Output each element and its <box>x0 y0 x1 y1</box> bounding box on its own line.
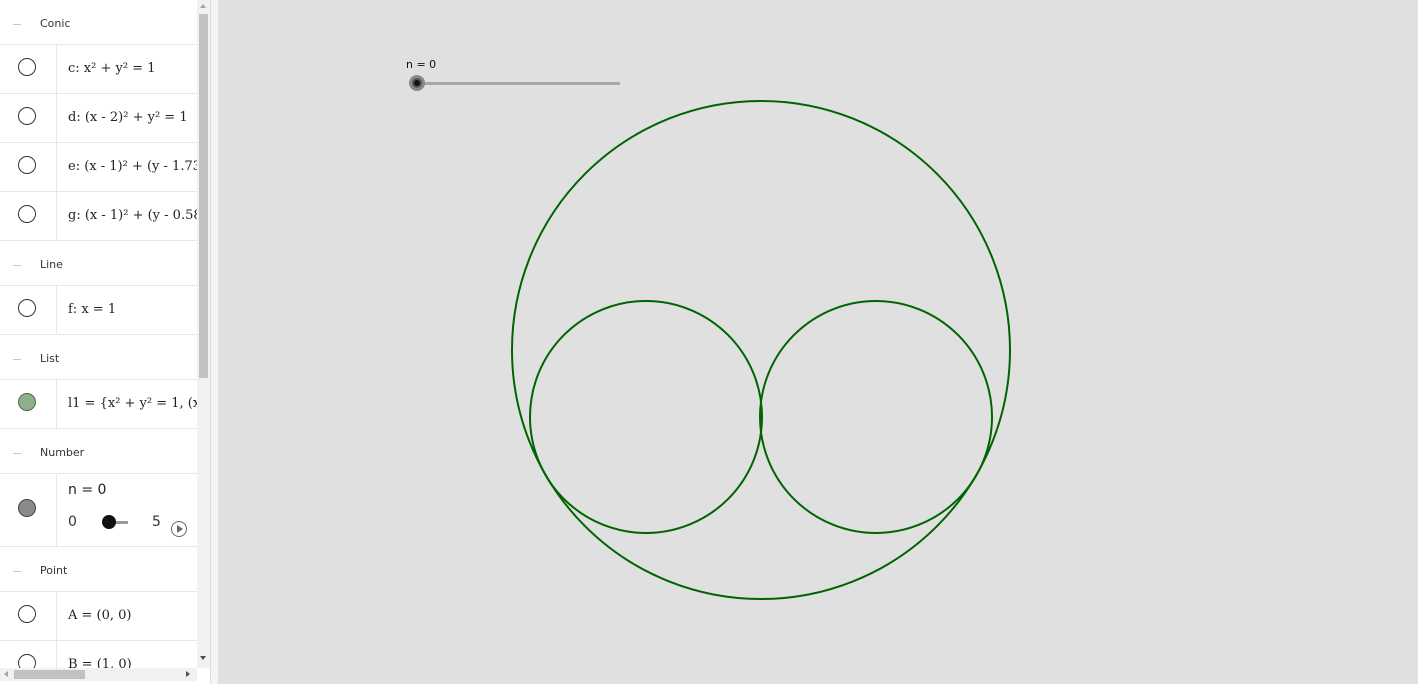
circle-d[interactable] <box>759 300 993 534</box>
collapse-icon[interactable] <box>11 353 23 365</box>
visibility-cell <box>0 592 57 640</box>
algebra-item-formula[interactable]: d: (x - 2)² + y² = 1 <box>68 110 188 125</box>
group-title: List <box>40 352 60 365</box>
algebra-item-d[interactable]: d: (x - 2)² + y² = 1 <box>0 94 197 143</box>
algebra-item-formula[interactable]: A = (0, 0) <box>68 608 132 623</box>
visibility-toggle-icon[interactable] <box>18 58 36 76</box>
visibility-cell <box>0 143 57 191</box>
algebra-item-g[interactable]: g: (x - 1)² + (y - 0.58 <box>0 192 197 241</box>
visibility-cell <box>0 286 57 334</box>
algebra-view: Conic c: x² + y² = 1 d: (x - 2)² + y² = … <box>0 0 212 684</box>
algebra-item-formula[interactable]: g: (x - 1)² + (y - 0.58 <box>68 208 197 223</box>
visibility-cell <box>0 474 57 546</box>
visibility-cell <box>0 94 57 142</box>
vertical-scroll-thumb[interactable] <box>199 14 208 378</box>
visibility-toggle-icon[interactable] <box>18 156 36 174</box>
slider-handle[interactable] <box>409 75 425 91</box>
group-header-point[interactable]: Point <box>0 547 197 592</box>
group-header-number[interactable]: Number <box>0 429 197 474</box>
scroll-left-icon[interactable] <box>4 671 8 677</box>
play-icon[interactable] <box>171 521 187 537</box>
visibility-toggle-icon[interactable] <box>18 299 36 317</box>
visibility-toggle-icon[interactable] <box>18 499 36 517</box>
slider-min-label: 0 <box>68 514 77 530</box>
algebra-item-formula[interactable]: B = (1, 0) <box>68 657 132 668</box>
group-title: Number <box>40 446 85 459</box>
algebra-item-n[interactable]: n = 0 0 5 <box>0 474 197 547</box>
group-header-line[interactable]: Line <box>0 241 197 286</box>
group-header-list[interactable]: List <box>0 335 197 380</box>
visibility-toggle-icon[interactable] <box>18 393 36 411</box>
collapse-icon[interactable] <box>11 565 23 577</box>
algebra-item-formula[interactable]: e: (x - 1)² + (y - 1.73 <box>68 159 197 174</box>
slider-label: n = 0 <box>406 58 437 71</box>
algebra-item-formula[interactable]: f: x = 1 <box>68 302 116 317</box>
group-title: Conic <box>40 17 71 30</box>
algebra-item-formula[interactable]: c: x² + y² = 1 <box>68 61 155 76</box>
scroll-up-icon[interactable] <box>200 4 206 8</box>
visibility-toggle-icon[interactable] <box>18 605 36 623</box>
algebra-item-e[interactable]: e: (x - 1)² + (y - 1.73 <box>0 143 197 192</box>
scroll-right-icon[interactable] <box>186 671 190 677</box>
visibility-toggle-icon[interactable] <box>18 654 36 668</box>
collapse-icon[interactable] <box>11 259 23 271</box>
algebra-item-f[interactable]: f: x = 1 <box>0 286 197 335</box>
visibility-toggle-icon[interactable] <box>18 107 36 125</box>
visibility-cell <box>0 192 57 240</box>
collapse-icon[interactable] <box>11 447 23 459</box>
group-header-conic[interactable]: Conic <box>0 0 197 45</box>
algebra-item-B[interactable]: B = (1, 0) <box>0 641 197 668</box>
algebra-item-formula[interactable]: n = 0 <box>68 482 106 498</box>
group-title: Line <box>40 258 63 271</box>
slider-track[interactable] <box>417 82 620 85</box>
scroll-down-icon[interactable] <box>200 656 206 660</box>
view-splitter[interactable] <box>210 0 218 684</box>
vertical-scrollbar[interactable] <box>197 0 210 668</box>
visibility-cell <box>0 380 57 428</box>
algebra-slider-handle[interactable] <box>102 515 116 529</box>
slider-max-label: 5 <box>152 514 161 530</box>
algebra-item-formula[interactable]: l1 = {x² + y² = 1, (x <box>68 396 197 411</box>
visibility-toggle-icon[interactable] <box>18 205 36 223</box>
horizontal-scrollbar[interactable] <box>0 668 197 681</box>
graphics-view[interactable]: n = 0 <box>218 0 1418 684</box>
group-title: Point <box>40 564 68 577</box>
graphics-canvas[interactable] <box>218 0 1418 684</box>
algebra-item-l1[interactable]: l1 = {x² + y² = 1, (x <box>0 380 197 429</box>
algebra-item-A[interactable]: A = (0, 0) <box>0 592 197 641</box>
horizontal-scroll-thumb[interactable] <box>14 670 85 679</box>
algebra-item-c[interactable]: c: x² + y² = 1 <box>0 45 197 94</box>
algebra-slider: 0 5 <box>68 514 197 538</box>
circle-c[interactable] <box>529 300 763 534</box>
circle-g[interactable] <box>511 100 1011 600</box>
collapse-icon[interactable] <box>11 18 23 30</box>
algebra-list: Conic c: x² + y² = 1 d: (x - 2)² + y² = … <box>0 0 197 668</box>
visibility-cell <box>0 641 57 668</box>
visibility-cell <box>0 45 57 93</box>
